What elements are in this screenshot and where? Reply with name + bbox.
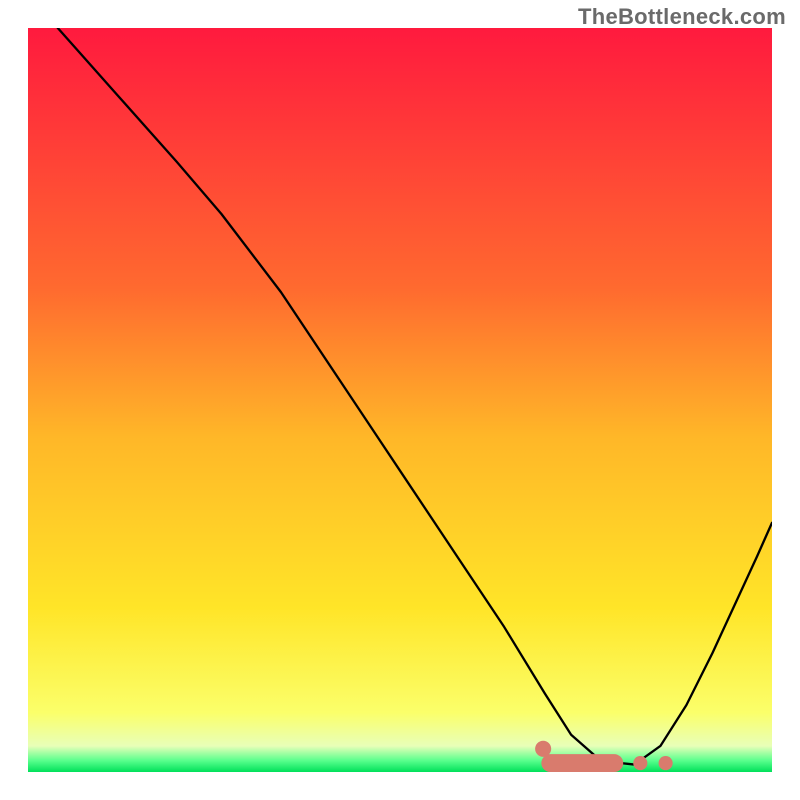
- gradient-background: [28, 28, 772, 772]
- optimal-dot: [659, 756, 673, 770]
- optimal-bar-cap: [535, 741, 551, 757]
- plot-area: [28, 28, 772, 772]
- chart-svg: [28, 28, 772, 772]
- chart-container: TheBottleneck.com: [0, 0, 800, 800]
- watermark-text: TheBottleneck.com: [578, 4, 786, 30]
- optimal-bar: [541, 754, 623, 772]
- optimal-dot: [633, 756, 647, 770]
